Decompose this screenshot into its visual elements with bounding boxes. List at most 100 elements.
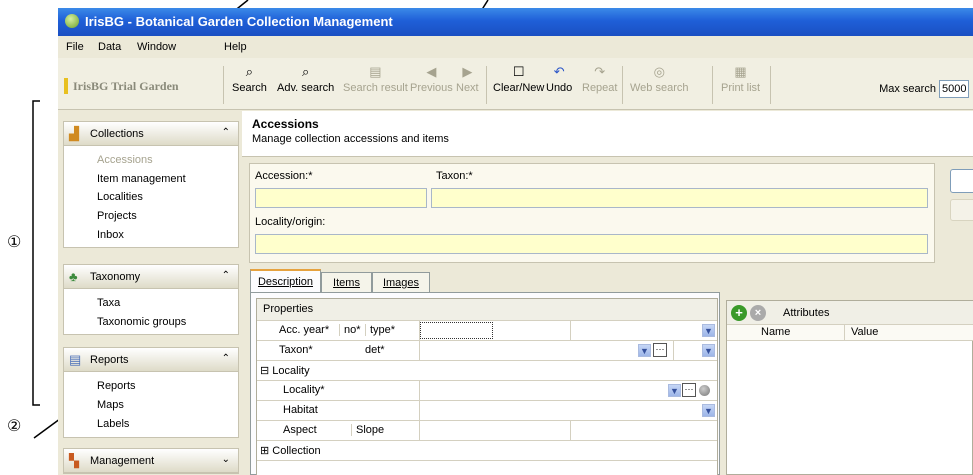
- habitat-value[interactable]: ▼: [419, 401, 717, 420]
- menu-window[interactable]: Window: [137, 41, 176, 53]
- toolbar-separator: [712, 66, 713, 104]
- toolbar-separator: [622, 66, 623, 104]
- taxonomy-icon: ♣: [69, 269, 78, 284]
- taxonomy-header[interactable]: ♣ Taxonomy ⌃: [64, 265, 238, 289]
- col-name[interactable]: Name: [761, 326, 790, 338]
- print-list-button[interactable]: ▦ Print list: [721, 64, 760, 94]
- locality-origin-field[interactable]: [255, 234, 928, 254]
- sidebar-item-maps[interactable]: Maps: [97, 399, 124, 411]
- det-dropdown-icon[interactable]: ▼: [702, 344, 715, 357]
- accession-form: Accession:* Taxon:* Locality/origin:: [249, 163, 935, 263]
- clear-new-button[interactable]: ☐ Clear/New: [493, 64, 544, 94]
- type-dropdown-icon[interactable]: ▼: [702, 324, 715, 337]
- previous-button[interactable]: ◀ Previous: [410, 64, 453, 94]
- collapse-icon[interactable]: ⌃: [222, 353, 230, 364]
- management-group: ▚ Management ⌄: [63, 448, 239, 474]
- aspect-value[interactable]: [419, 421, 717, 440]
- sidebar-item-taxa[interactable]: Taxa: [97, 297, 120, 309]
- attributes-toolbar: + × Attributes: [727, 301, 973, 325]
- window-title: IrisBG - Botanical Garden Collection Man…: [85, 14, 393, 29]
- main-area: Accessions Manage collection accessions …: [242, 111, 973, 475]
- reports-header[interactable]: ▤ Reports ⌃: [64, 348, 238, 372]
- tab-items[interactable]: Items: [321, 272, 372, 293]
- management-header[interactable]: ▚ Management ⌄: [64, 449, 238, 473]
- taxon-value[interactable]: ▼ ··· ▼: [419, 341, 717, 360]
- accession-field[interactable]: [255, 188, 427, 208]
- menu-help[interactable]: Help: [224, 41, 247, 53]
- web-search-button[interactable]: ◎ Web search: [630, 64, 689, 94]
- arrow-right-icon: ▶: [462, 64, 473, 79]
- row-collection-section[interactable]: ⊞ Collection: [257, 441, 717, 461]
- search-result-button[interactable]: ▤ Search result: [343, 64, 408, 94]
- annotation-two: ②: [7, 418, 22, 435]
- undo-icon: ↶: [553, 64, 565, 79]
- search-button[interactable]: ⌕ Search: [232, 64, 267, 94]
- sidebar-item-taxonomic-groups[interactable]: Taxonomic groups: [97, 316, 186, 328]
- acc-year-input[interactable]: [420, 322, 493, 339]
- col-value[interactable]: Value: [851, 326, 878, 338]
- taxon-ellipsis-icon[interactable]: ···: [653, 343, 667, 357]
- taxon-dropdown-icon[interactable]: ▼: [638, 344, 651, 357]
- locality-value[interactable]: ▼ ···: [419, 381, 717, 400]
- attributes-panel: + × Attributes Name Value: [726, 300, 973, 475]
- row-acc-year: Acc. year* no* type* ▼: [257, 321, 717, 341]
- web-icon: ◎: [653, 64, 665, 79]
- menu-data[interactable]: Data: [98, 41, 121, 53]
- locality-ellipsis-icon[interactable]: ···: [682, 383, 696, 397]
- acc-year-value[interactable]: ▼: [419, 321, 717, 340]
- menu-file[interactable]: File: [66, 41, 84, 53]
- taxon-label: Taxon:*: [436, 170, 473, 182]
- next-button[interactable]: ▶ Next: [456, 64, 479, 94]
- repeat-icon: ↷: [594, 64, 606, 79]
- side-action-button-disabled[interactable]: [950, 199, 973, 221]
- collapse-icon[interactable]: ⌃: [222, 270, 230, 281]
- max-search-input[interactable]: [939, 80, 969, 98]
- row-locality-section[interactable]: ⊟ Locality: [257, 361, 717, 381]
- repeat-button[interactable]: ↷ Repeat: [582, 64, 617, 94]
- undo-button[interactable]: ↶ Undo: [546, 64, 572, 94]
- sidebar-item-accessions[interactable]: Accessions: [97, 154, 153, 166]
- adv-search-button[interactable]: ⌕ Adv. search: [277, 64, 334, 94]
- side-action-button[interactable]: [950, 169, 973, 193]
- app-logo-icon: [65, 14, 79, 28]
- sidebar-item-projects[interactable]: Projects: [97, 210, 137, 222]
- locality-origin-label: Locality/origin:: [255, 216, 326, 228]
- properties-header: Properties: [257, 299, 717, 321]
- reports-group: ▤ Reports ⌃ Reports Maps Labels: [63, 347, 239, 438]
- page-header: Accessions Manage collection accessions …: [242, 111, 973, 157]
- taxon-field[interactable]: [431, 188, 928, 208]
- expand-icon[interactable]: ⌄: [222, 454, 230, 465]
- attributes-title: Attributes: [783, 307, 830, 319]
- garden-selector[interactable]: IrisBG Trial Garden: [64, 78, 214, 98]
- sidebar-item-localities[interactable]: Localities: [97, 191, 143, 203]
- tab-description[interactable]: Description: [250, 269, 321, 293]
- reports-icon: ▤: [69, 352, 82, 367]
- toolbar-separator: [486, 66, 487, 104]
- remove-attribute-icon[interactable]: ×: [750, 305, 766, 321]
- collections-icon: ▟: [69, 126, 79, 141]
- bracket-sidebar: [32, 100, 40, 406]
- collections-header[interactable]: ▟ Collections ⌃: [64, 122, 238, 146]
- locality-dropdown-icon[interactable]: ▼: [668, 384, 681, 397]
- new-window-icon: ☐: [512, 64, 525, 79]
- row-taxon: Taxon* det* ▼ ··· ▼: [257, 341, 717, 361]
- table-icon: ▤: [369, 64, 382, 79]
- taxonomy-group: ♣ Taxonomy ⌃ Taxa Taxonomic groups: [63, 264, 239, 335]
- garden-bar: [64, 78, 68, 94]
- add-attribute-icon[interactable]: +: [731, 305, 747, 321]
- sidebar-item-item-management[interactable]: Item management: [97, 173, 186, 185]
- printer-icon: ▦: [734, 64, 747, 79]
- arrow-left-icon: ◀: [426, 64, 437, 79]
- sidebar-item-labels[interactable]: Labels: [97, 418, 129, 430]
- page-title: Accessions: [252, 117, 319, 131]
- binoculars-icon: ⌕: [245, 64, 254, 79]
- tab-images[interactable]: Images: [372, 272, 430, 293]
- cell-divider: [570, 321, 571, 340]
- sidebar-item-reports[interactable]: Reports: [97, 380, 136, 392]
- annotation-one: ①: [7, 234, 22, 251]
- collapse-icon[interactable]: ⌃: [222, 127, 230, 138]
- habitat-dropdown-icon[interactable]: ▼: [702, 404, 715, 417]
- row-locality: Locality* ▼ ···: [257, 381, 717, 401]
- toolbar-separator: [770, 66, 771, 104]
- sidebar-item-inbox[interactable]: Inbox: [97, 229, 124, 241]
